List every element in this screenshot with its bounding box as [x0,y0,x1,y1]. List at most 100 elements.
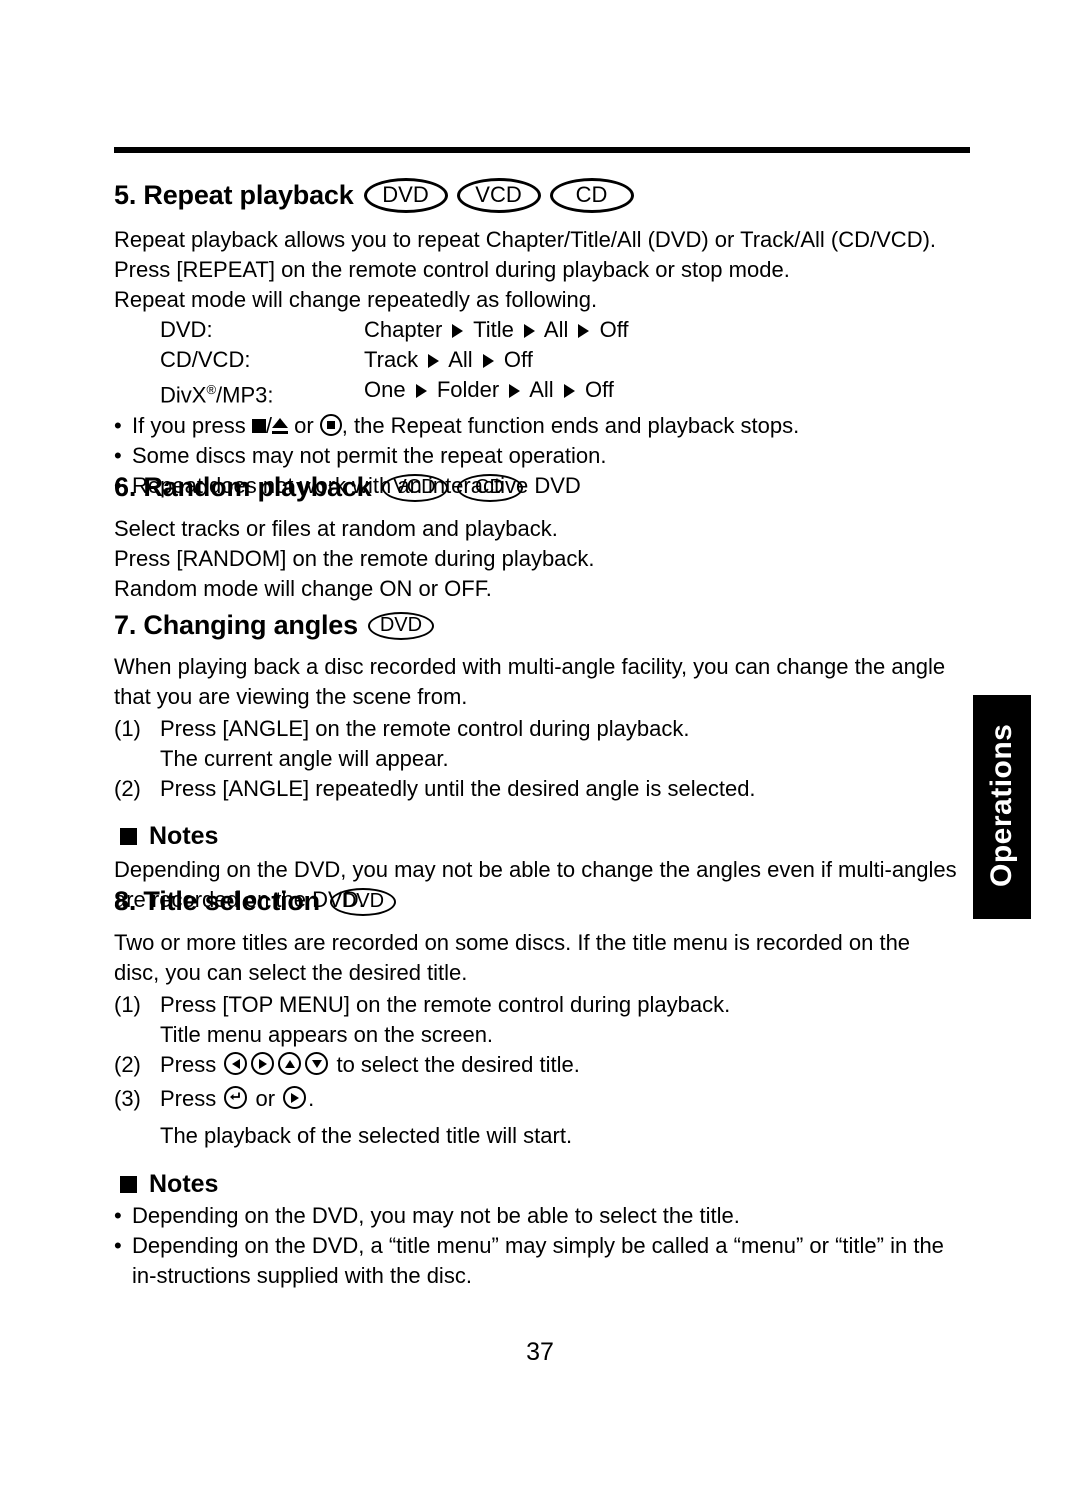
filled-square-icon [120,828,137,845]
text-fragment: If you press [132,413,252,439]
notes-heading-text: Notes [149,1170,219,1198]
section-heading-title-selection: 8. Title selection DVD [114,886,970,917]
mode-step: Track [364,347,419,372]
mode-label-text: DivX [160,382,207,408]
bullet-dot: • [114,1203,122,1228]
mode-row-dvd: DVD: Chapter Title All Off [114,315,970,345]
mode-steps: Chapter Title All Off [364,315,629,345]
list-item: • Depending on the DVD, a “title menu” m… [114,1231,970,1291]
text-fragment: . [308,1086,315,1111]
heading-text: 6. Random playback [114,472,372,502]
numbered-step-continuation: Title menu appears on the screen. [114,1020,970,1050]
mode-label: CD/VCD: [160,347,251,372]
registered-mark: ® [206,382,217,397]
notes-heading: Notes [114,1170,970,1199]
solid-right-triangle-icon [524,324,535,338]
down-arrow-key-icon [305,1052,329,1075]
text-fragment: Press [160,1086,223,1111]
manual-page: 5. Repeat playback DVD VCD CD Repeat pla… [0,0,1080,1491]
section-random-playback: 6. Random playback VCD CD Select tracks … [114,472,970,604]
solid-right-triangle-icon [482,354,494,368]
list-item-text: Depending on the DVD, you may not be abl… [132,1203,740,1228]
step-text: Press [ANGLE] repeatedly until the desir… [160,776,756,801]
step-text: The playback of the selected title will … [160,1123,573,1148]
numbered-step: (2) Press [ANGLE] repeatedly until the d… [114,774,970,804]
list-item-text: Some discs may not permit the repeat ope… [132,443,607,469]
paragraph-line: Repeat mode will change repeatedly as fo… [114,287,598,312]
step-text: Press or . [160,1084,314,1114]
text-fragment: , the Repeat function ends and playback … [341,413,800,439]
list-item-text: Depending on the DVD, a “title menu” may… [132,1233,944,1288]
heading-text: 7. Changing angles [114,610,358,640]
mode-step: Off [584,377,614,402]
disc-badge-dvd: DVD [363,178,448,213]
mode-step: All [448,347,473,372]
notes-heading-text: Notes [149,822,219,850]
numbered-step: (1) Press [ANGLE] on the remote control … [114,714,970,744]
disc-badge-vcd: VCD [456,178,541,213]
section-heading-random-playback: 6. Random playback VCD CD [114,472,970,503]
mode-step: All [543,317,569,342]
list-item: • Depending on the DVD, you may not be a… [114,1201,970,1231]
numbered-step-continuation: The current angle will appear. [114,744,970,774]
changing-angles-steps: (1) Press [ANGLE] on the remote control … [114,714,970,804]
play-key-icon [283,1086,307,1109]
step-text: Press [TOP MENU] on the remote control d… [160,992,731,1017]
section-intro-paragraph: When playing back a disc recorded with m… [114,654,946,709]
right-arrow-key-icon [251,1052,275,1075]
disc-badge-vcd: VCD [381,473,448,502]
side-tab-operations: Operations [973,695,1031,919]
enter-key-icon [224,1086,248,1109]
heading-text: 8. Title selection [114,886,320,916]
mode-step: Folder [436,377,500,402]
bullet-dot: • [114,413,122,439]
repeat-mode-table: DVD: Chapter Title All Off CD/VCD: Track… [114,315,970,410]
step-number: (2) [114,1052,141,1077]
solid-right-triangle-icon [563,384,575,398]
section-repeat-playback: 5. Repeat playback DVD VCD CD Repeat pla… [114,178,970,501]
solid-right-triangle-icon [415,384,427,398]
list-item: • Some discs may not permit the repeat o… [114,441,970,471]
mode-steps: Track All Off [364,345,533,375]
numbered-step: (1) Press [TOP MENU] on the remote contr… [114,990,970,1020]
step-text: The current angle will appear. [160,746,449,771]
list-item: • If you press / or , the Repeat functio… [114,411,970,441]
step-text: Title menu appears on the screen. [160,1022,494,1047]
filled-square-icon [120,1176,137,1193]
mode-step: Off [599,317,629,342]
disc-badge-cd: CD [549,178,634,213]
left-arrow-key-icon [224,1052,248,1075]
section-heading-repeat-playback: 5. Repeat playback DVD VCD CD [114,178,970,213]
solid-right-triangle-icon [452,324,464,338]
paragraph-line: Repeat playback allows you to repeat Cha… [114,227,937,252]
title-selection-notes-list: • Depending on the DVD, you may not be a… [114,1201,970,1291]
step-text: Press to select the desired title. [160,1050,580,1080]
section-intro-paragraph: Two or more titles are recorded on some … [114,930,911,985]
solid-right-triangle-icon [428,354,440,368]
circled-square-icon [319,414,342,437]
text-fragment: or [249,1086,282,1111]
text-fragment: or [287,413,320,439]
mode-step: One [364,377,406,402]
page-number: 37 [526,1338,554,1366]
mode-label: DivX®/MP3: [160,375,364,410]
mode-step: Title [473,317,514,342]
numbered-step-continuation: The playback of the selected title will … [114,1121,970,1151]
mode-step: All [529,377,554,402]
up-arrow-key-icon [278,1052,302,1075]
solid-right-triangle-icon [578,324,590,338]
disc-badge-dvd: DVD [329,887,396,916]
mode-row-cd-vcd: CD/VCD: Track All Off [114,345,970,375]
heading-text: 5. Repeat playback [114,180,354,210]
mode-step: Off [503,347,533,372]
eject-icon [271,418,288,435]
paragraph-line: Random mode will change ON or OFF. [114,576,492,601]
bullet-dot: • [114,443,122,469]
list-item-text: If you press / or , the Repeat function … [132,411,799,441]
step-number: (3) [114,1086,141,1111]
solid-right-triangle-icon [509,384,521,398]
bullet-dot: • [114,1233,122,1258]
side-tab-label: Operations [985,723,1018,887]
mode-label-tail: /MP3: [216,382,274,408]
text-fragment: Press [160,1052,223,1077]
